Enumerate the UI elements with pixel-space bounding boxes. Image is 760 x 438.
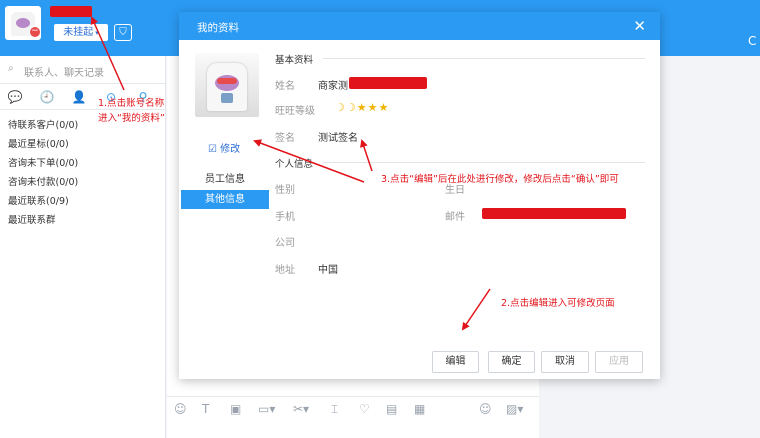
dialog-body: ☑ 修改 员工信息 其他信息 基本资料 姓名 商家测 旺旺等级 ☽☽★★★ 签名… — [179, 40, 660, 379]
my-profile-dialog: 我的资料 ✕ ☑ 修改 员工信息 其他信息 基本资料 姓名 商家测 旺旺等级 ☽… — [179, 12, 660, 379]
basic-info-title: 基本资料 — [275, 55, 314, 66]
personal-info-title: 个人信息 — [275, 159, 314, 170]
list-item[interactable]: 最近联系(0/9) — [0, 192, 166, 211]
account-name-redacted[interactable] — [50, 6, 92, 17]
shield-icon[interactable]: ⛉ — [114, 24, 132, 41]
address-label: 地址 — [275, 265, 295, 276]
photo-legs-shape — [221, 93, 233, 103]
profile-photo — [195, 53, 259, 117]
section-divider — [323, 162, 645, 163]
company-label: 公司 — [275, 238, 295, 249]
name-redacted — [349, 77, 427, 89]
cancel-button[interactable]: 取消 — [541, 351, 589, 373]
photo-eyes-shape — [217, 78, 237, 84]
note-icon[interactable]: ▤ — [386, 402, 397, 416]
name-value: 商家测 — [318, 81, 348, 92]
search-placeholder[interactable]: 联系人、聊天记录 — [24, 64, 104, 79]
profile-content: 基本资料 姓名 商家测 旺旺等级 ☽☽★★★ 签名 测试签名 个人信息 性别 生… — [275, 40, 660, 379]
dialog-sidebar: ☑ 修改 员工信息 其他信息 — [179, 40, 269, 379]
address-value: 中国 — [318, 265, 338, 276]
scissors-icon[interactable]: ✂▾ — [293, 402, 309, 416]
email-label: 邮件 — [445, 212, 465, 223]
annotation-step3: 3.点击“编辑”后在此处进行修改，修改后点击“确认”即可 — [381, 174, 619, 185]
name-label: 姓名 — [275, 81, 295, 92]
folder-icon[interactable]: ▭▾ — [258, 402, 275, 416]
clipboard-icon[interactable]: ▦ — [414, 402, 425, 416]
edit-avatar-link[interactable]: ☑ 修改 — [208, 140, 240, 155]
quick-reply-icon[interactable]: ☺ — [479, 402, 492, 416]
dialog-title: 我的资料 — [197, 22, 239, 34]
signature-value: 测试签名 — [318, 133, 358, 144]
list-item[interactable]: 咨询未下单(0/0) — [0, 154, 166, 173]
annotation-step1-line2: 进入“我的资料” — [98, 113, 165, 124]
status-dropdown-button[interactable]: 未挂起 ▾ — [54, 24, 108, 41]
level-label: 旺旺等级 — [275, 106, 315, 117]
close-icon[interactable]: ✕ — [633, 17, 646, 35]
confirm-button[interactable]: 确定 — [488, 351, 535, 373]
chevron-down-icon: ▾ — [95, 29, 99, 37]
list-item[interactable]: 最近联系群 — [0, 211, 166, 230]
history-icon[interactable]: ▨▾ — [506, 402, 523, 416]
avatar-status-badge-icon: − — [29, 26, 41, 38]
annotation-step1-line1: 1.点击账号名称 — [98, 98, 165, 109]
dialog-header: 我的资料 ✕ — [179, 12, 660, 40]
heart-icon[interactable]: ♡ — [359, 402, 370, 416]
email-redacted — [482, 208, 626, 219]
nav-other-info[interactable]: 其他信息 — [181, 190, 269, 209]
phone-label: 手机 — [275, 212, 295, 223]
refresh-icon[interactable]: C — [748, 34, 756, 48]
contact-group-list: 待联系客户(0/0) 最近星标(0/0) 咨询未下单(0/0) 咨询未付款(0/… — [0, 116, 166, 230]
nav-staff-info[interactable]: 员工信息 — [181, 170, 269, 189]
text-cursor-icon[interactable]: ⌶ — [331, 402, 338, 417]
font-icon[interactable]: T — [202, 402, 209, 416]
search-icon: ⌕ — [8, 63, 14, 74]
tab-contacts-icon[interactable]: 👤 — [71, 89, 87, 105]
tab-chat-icon[interactable]: 💬 — [7, 89, 23, 105]
search-box[interactable]: ⌕ 联系人、聊天记录 — [0, 56, 166, 84]
signature-label: 签名 — [275, 133, 295, 144]
image-icon[interactable]: ▣ — [230, 402, 241, 416]
emoji-icon[interactable]: ☺ — [174, 402, 187, 416]
section-divider — [323, 58, 645, 59]
gender-label: 性别 — [275, 185, 295, 196]
edit-button[interactable]: 编辑 — [432, 351, 479, 373]
list-item[interactable]: 咨询未付款(0/0) — [0, 173, 166, 192]
chat-toolbar: ☺ T ▣ ▭▾ ✂▾ ⌶ ♡ ▤ ▦ ☺ ▨▾ — [167, 396, 539, 438]
avatar-face-shape — [16, 18, 30, 28]
status-label: 未挂起 — [63, 27, 94, 38]
tab-recent-icon[interactable]: 🕘 — [39, 89, 55, 105]
list-item[interactable]: 最近星标(0/0) — [0, 135, 166, 154]
apply-button[interactable]: 应用 — [595, 351, 643, 373]
level-stars-icon: ☽☽★★★ — [335, 101, 390, 114]
annotation-step2: 2.点击编辑进入可修改页面 — [501, 298, 615, 309]
